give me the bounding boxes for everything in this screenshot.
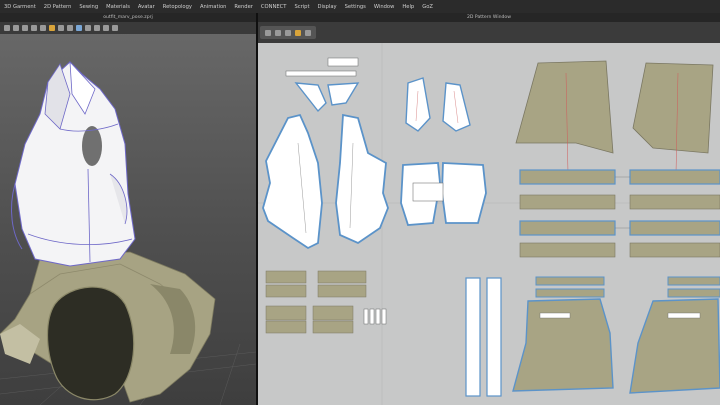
pattern-short-pieces[interactable]	[400, 162, 487, 226]
menu-item-script[interactable]: Script	[290, 4, 313, 10]
menu-item-avatar[interactable]: Avatar	[134, 4, 159, 10]
pattern-loops[interactable]	[363, 308, 387, 325]
menu-item-materials[interactable]: Materials	[102, 4, 134, 10]
pattern-pocket-pieces[interactable]	[265, 270, 367, 334]
3d-skirt	[0, 251, 216, 403]
menu-item-window[interactable]: Window	[370, 4, 398, 10]
menu-item-3d-garment[interactable]: 3D Garment	[0, 4, 40, 10]
2d-tool-group	[260, 26, 316, 39]
2d-pattern-canvas[interactable]	[258, 43, 720, 405]
menu-item-retopology[interactable]: Retopology	[159, 4, 196, 10]
texture-icon[interactable]	[67, 25, 73, 31]
measure-icon[interactable]	[58, 25, 64, 31]
polygon-icon[interactable]	[295, 29, 301, 36]
pattern-straps[interactable]	[465, 277, 502, 397]
3d-white-top	[10, 60, 136, 267]
pattern-sleeve-flaps[interactable]	[405, 77, 471, 132]
pattern-band-strips[interactable]	[519, 169, 720, 258]
menu-item-sewing[interactable]: Sewing	[75, 4, 102, 10]
pattern-skirt-bottom[interactable]	[512, 276, 720, 394]
avatar-icon[interactable]	[85, 25, 91, 31]
menu-item-render[interactable]: Render	[230, 4, 256, 10]
menu-item-animation[interactable]: Animation	[196, 4, 230, 10]
3d-window-title: outfit_marv_pose.zprj	[0, 13, 256, 22]
simulate-icon[interactable]	[49, 25, 55, 31]
menu-item-connect[interactable]: CONNECT	[257, 4, 291, 10]
menu-item-goz[interactable]: GoZ	[418, 4, 437, 10]
2d-window-title: 2D Pattern Window	[258, 13, 720, 22]
edit-pattern-icon[interactable]	[265, 29, 271, 36]
menu-item-2d-pattern[interactable]: 2D Pattern	[40, 4, 76, 10]
menu-item-settings[interactable]: Settings	[341, 4, 370, 10]
3d-garment-window[interactable]: outfit_marv_pose.zprj	[0, 13, 256, 405]
3d-toolbar	[0, 22, 256, 34]
pattern-front-right[interactable]	[335, 113, 389, 245]
zoom-icon[interactable]	[94, 25, 100, 31]
pattern-skirt-top[interactable]	[515, 60, 714, 174]
rectangle-icon[interactable]	[305, 29, 311, 36]
pattern-small-strips[interactable]	[285, 57, 359, 77]
edit-point-icon[interactable]	[275, 29, 281, 36]
2d-toolbar	[258, 22, 720, 43]
pin-icon[interactable]	[31, 25, 37, 31]
tack-icon[interactable]	[40, 25, 46, 31]
pattern-collar[interactable]	[294, 82, 360, 113]
menu-item-help[interactable]: Help	[398, 4, 418, 10]
menu-bar: 3D Garment 2D Pattern Sewing Materials Avata…	[0, 0, 720, 14]
transform-icon[interactable]	[13, 25, 19, 31]
2d-pattern-window[interactable]: 2D Pattern Window	[258, 13, 720, 405]
seam-icon[interactable]	[112, 25, 118, 31]
menu-item-display[interactable]: Display	[313, 4, 340, 10]
edit-curve-icon[interactable]	[285, 29, 291, 36]
display-icon[interactable]	[76, 25, 82, 31]
3d-viewport-canvas[interactable]	[0, 34, 256, 405]
pattern-front-left[interactable]	[262, 113, 323, 250]
fold-icon[interactable]	[22, 25, 28, 31]
snapshot-icon[interactable]	[103, 25, 109, 31]
select-mesh-icon[interactable]	[4, 25, 10, 31]
